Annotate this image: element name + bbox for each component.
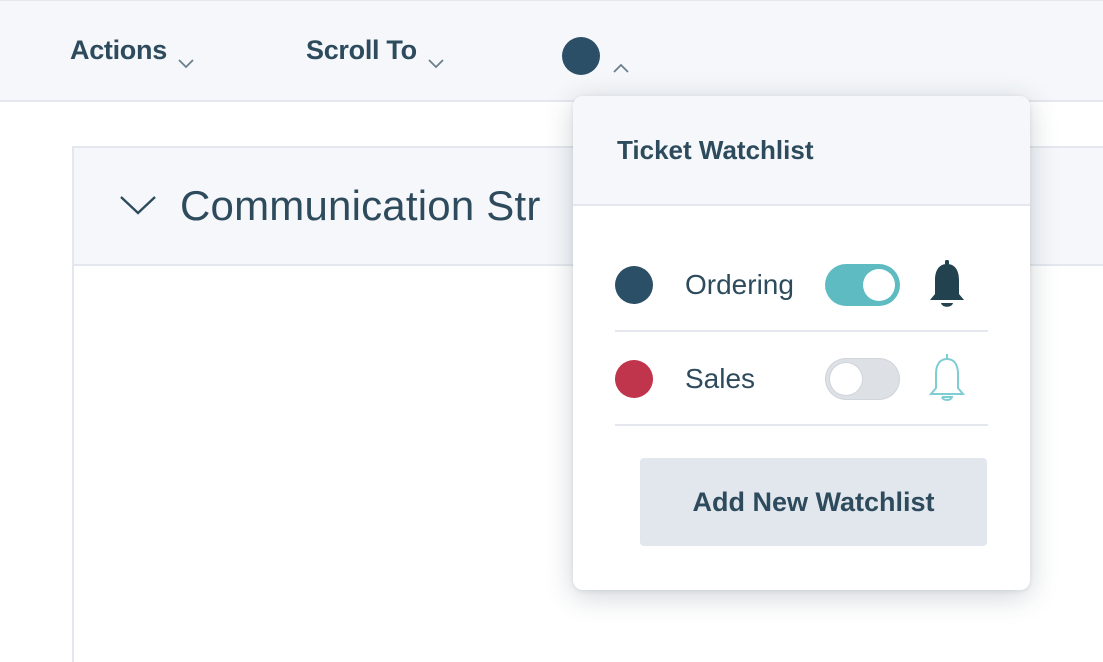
actions-menu-label: Actions bbox=[70, 35, 167, 65]
scroll-to-menu[interactable]: Scroll To bbox=[306, 35, 445, 68]
scroll-to-menu-label: Scroll To bbox=[306, 35, 417, 65]
actions-menu[interactable]: Actions bbox=[70, 35, 195, 68]
ticket-toolbar: Actions Scroll To bbox=[0, 0, 1103, 102]
watchlist-color-dot bbox=[615, 360, 653, 398]
bell-filled-icon[interactable] bbox=[924, 256, 970, 314]
ticket-zoom-page: Actions Scroll To Communication Str Tick… bbox=[0, 0, 1103, 662]
watchlist-indicator-dot bbox=[562, 37, 600, 75]
collapse-chevron-icon[interactable] bbox=[118, 192, 158, 221]
popup-header: Ticket Watchlist bbox=[573, 96, 1030, 206]
add-new-watchlist-button[interactable]: Add New Watchlist bbox=[640, 458, 987, 546]
popup-title: Ticket Watchlist bbox=[617, 134, 814, 165]
ticket-watchlist-popup: Ticket Watchlist Ordering Sales Add New … bbox=[573, 96, 1030, 590]
chevron-down-icon bbox=[177, 45, 195, 68]
toggle-knob bbox=[863, 269, 895, 301]
watchlist-item: Sales bbox=[615, 334, 988, 426]
watchlist-item: Ordering bbox=[615, 240, 988, 332]
watchlist-toggle-ordering[interactable] bbox=[825, 264, 900, 306]
watchlist-item-label: Sales bbox=[685, 363, 756, 394]
chevron-up-icon bbox=[612, 50, 630, 73]
watchlist-menu-toggle[interactable] bbox=[562, 37, 630, 75]
widget-title: Communication Str bbox=[180, 182, 541, 229]
watchlist-item-label: Ordering bbox=[685, 269, 794, 300]
toggle-knob bbox=[830, 363, 862, 395]
chevron-down-icon bbox=[427, 45, 445, 68]
watchlist-color-dot bbox=[615, 266, 653, 304]
watchlist-toggle-sales[interactable] bbox=[825, 358, 900, 400]
bell-outline-icon[interactable] bbox=[924, 350, 970, 408]
